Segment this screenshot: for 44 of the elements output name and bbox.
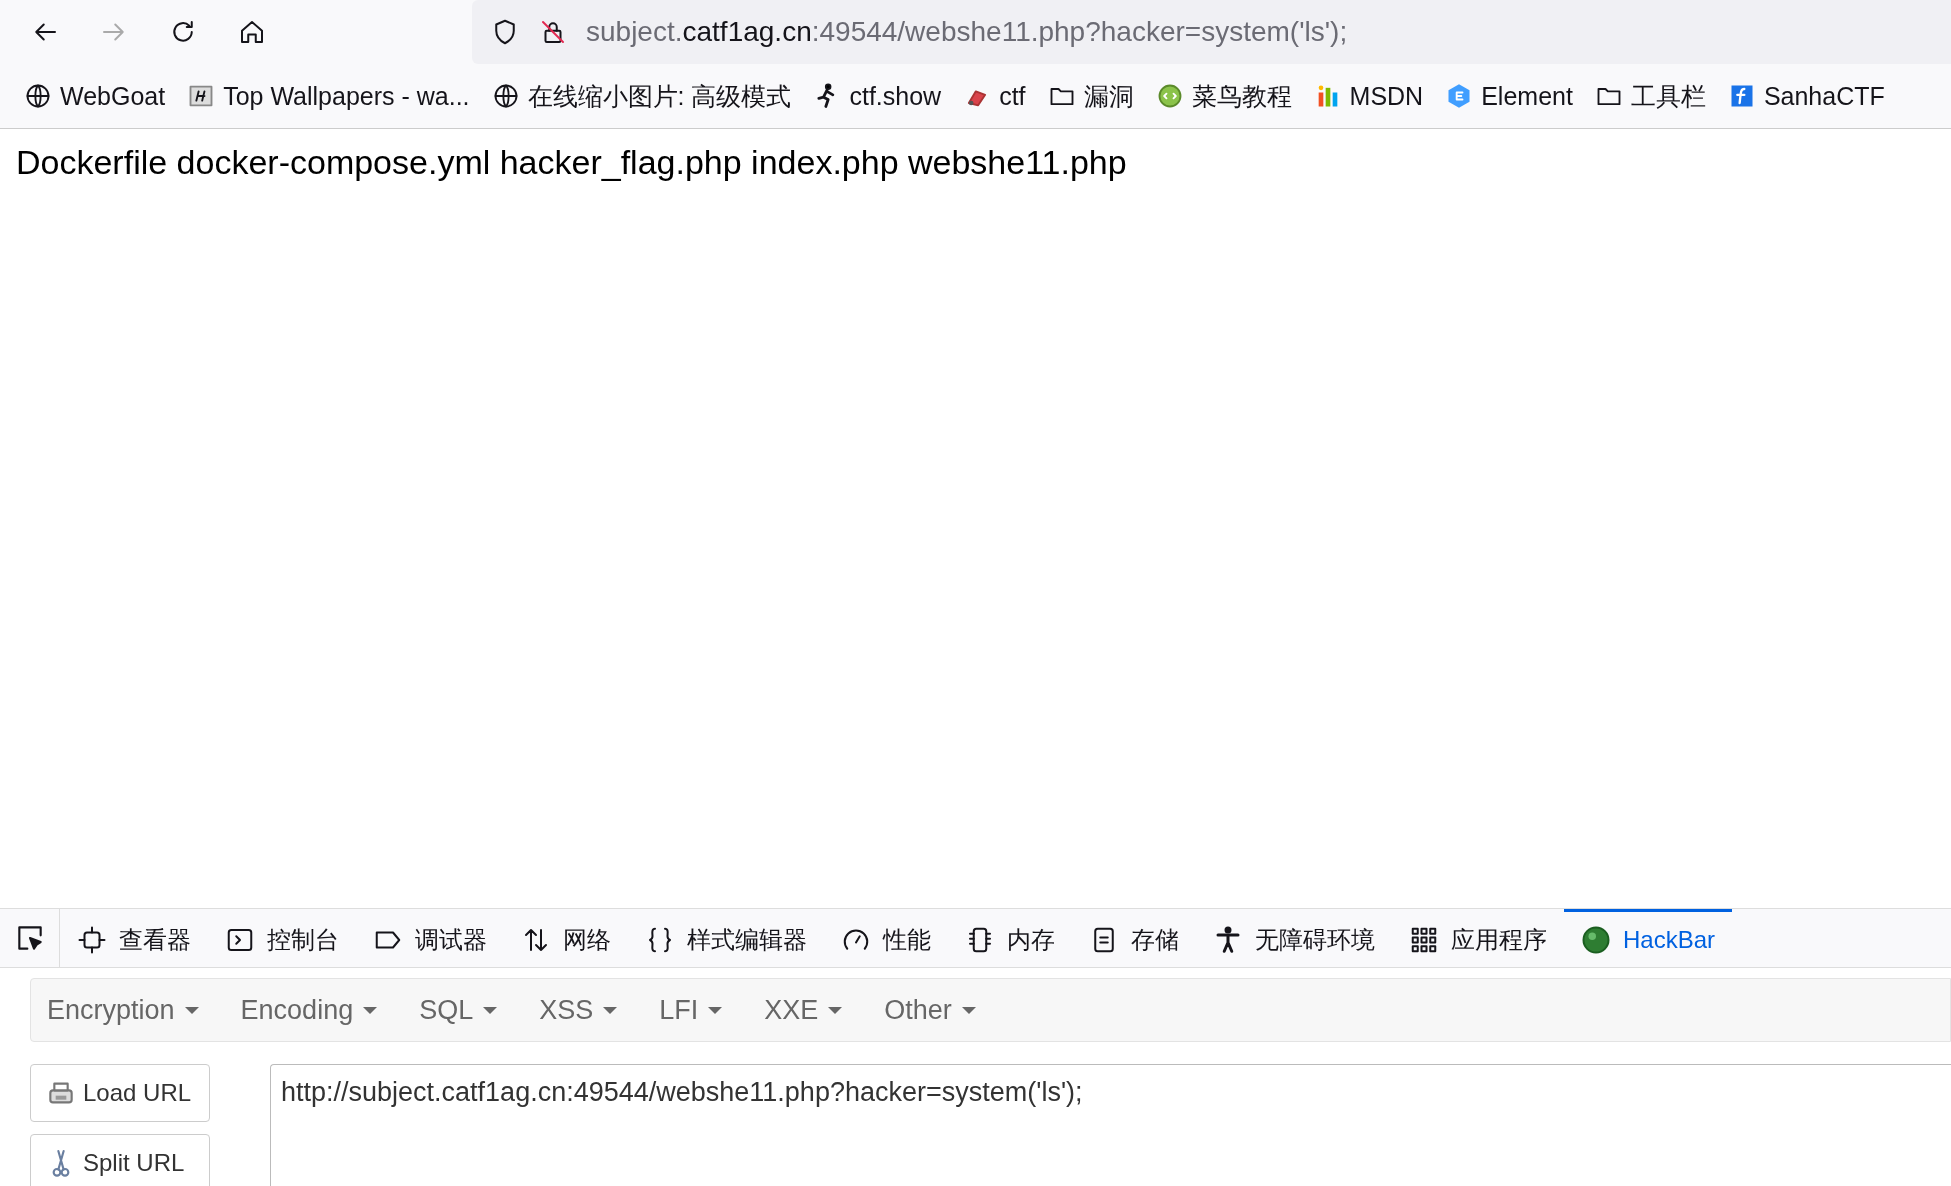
devtools-tab[interactable]: 控制台 <box>208 909 356 967</box>
command-output: Dockerfile docker-compose.yml hacker_flag.php index.php webshe11.php <box>16 143 1128 182</box>
devtools-tab[interactable]: 内存 <box>948 909 1072 967</box>
devtools-tab[interactable]: 样式编辑器 <box>628 909 824 967</box>
dropdown-menu[interactable]: XXE <box>752 994 873 1026</box>
chip-icon <box>77 924 107 955</box>
ball-logo-icon <box>1581 924 1611 955</box>
dropdown-menu[interactable]: SQL <box>407 994 528 1026</box>
devtools-tab[interactable]: 网络 <box>504 909 628 967</box>
address-bar[interactable]: subject.catf1ag.cn:49544/webshe11.php?hacker=system('ls'); <box>472 0 1951 64</box>
caret-icon <box>961 1006 976 1014</box>
load-url-button[interactable]: Load URL <box>30 1064 210 1122</box>
caret-icon <box>828 1006 843 1014</box>
bookmark-item[interactable]: SanhaCTF <box>1719 77 1893 115</box>
bookmark-item[interactable]: 在线缩小图片: 高级模式 <box>483 75 800 117</box>
dropdown-menu[interactable]: Encryption <box>35 994 229 1026</box>
globe-icon <box>24 82 52 110</box>
dropdown-menu[interactable]: Other <box>872 994 1006 1026</box>
bookmark-item[interactable]: 菜鸟教程 <box>1147 75 1300 117</box>
bookmark-item[interactable]: 漏洞 <box>1039 75 1142 117</box>
caret-icon <box>184 1006 199 1014</box>
devtools-tab[interactable]: 存储 <box>1072 909 1196 967</box>
dropdown-menu[interactable]: XSS <box>527 994 648 1026</box>
dropdown-menu[interactable]: LFI <box>647 994 753 1026</box>
devtools-tab[interactable]: 查看器 <box>60 909 208 967</box>
caret-icon <box>363 1006 378 1014</box>
caret-icon <box>483 1006 498 1014</box>
bookmark-item[interactable]: Top Wallpapers - wa... <box>179 77 478 115</box>
bookmark-item[interactable]: MSDN <box>1305 77 1432 115</box>
devtools-tab[interactable]: 应用程序 <box>1392 909 1564 967</box>
bookmark-item[interactable]: Element <box>1437 77 1581 115</box>
caret-icon <box>708 1006 723 1014</box>
devtools-tab[interactable]: 无障碍环境 <box>1196 909 1392 967</box>
bookmark-item[interactable]: ctf.show <box>805 77 950 115</box>
bookmark-item[interactable]: ctf <box>955 77 1034 115</box>
devtools-tab[interactable]: 调试器 <box>356 909 504 967</box>
split-url-button[interactable]: Split URL <box>30 1134 210 1186</box>
dropdown-menu[interactable]: Encoding <box>228 994 408 1026</box>
bookmark-item[interactable]: 工具栏 <box>1586 75 1714 117</box>
devtools-tab[interactable]: 性能 <box>824 909 948 967</box>
url-text: subject.catf1ag.cn:49544/webshe11.php?hacker=system('ls'); <box>586 16 1348 48</box>
bookmark-item[interactable]: WebGoat <box>16 77 174 115</box>
url-input-field[interactable]: http://subject.catf1ag.cn:49544/webshe11.php?hacker=system('ls'); <box>270 1064 1951 1186</box>
caret-icon <box>603 1006 618 1014</box>
